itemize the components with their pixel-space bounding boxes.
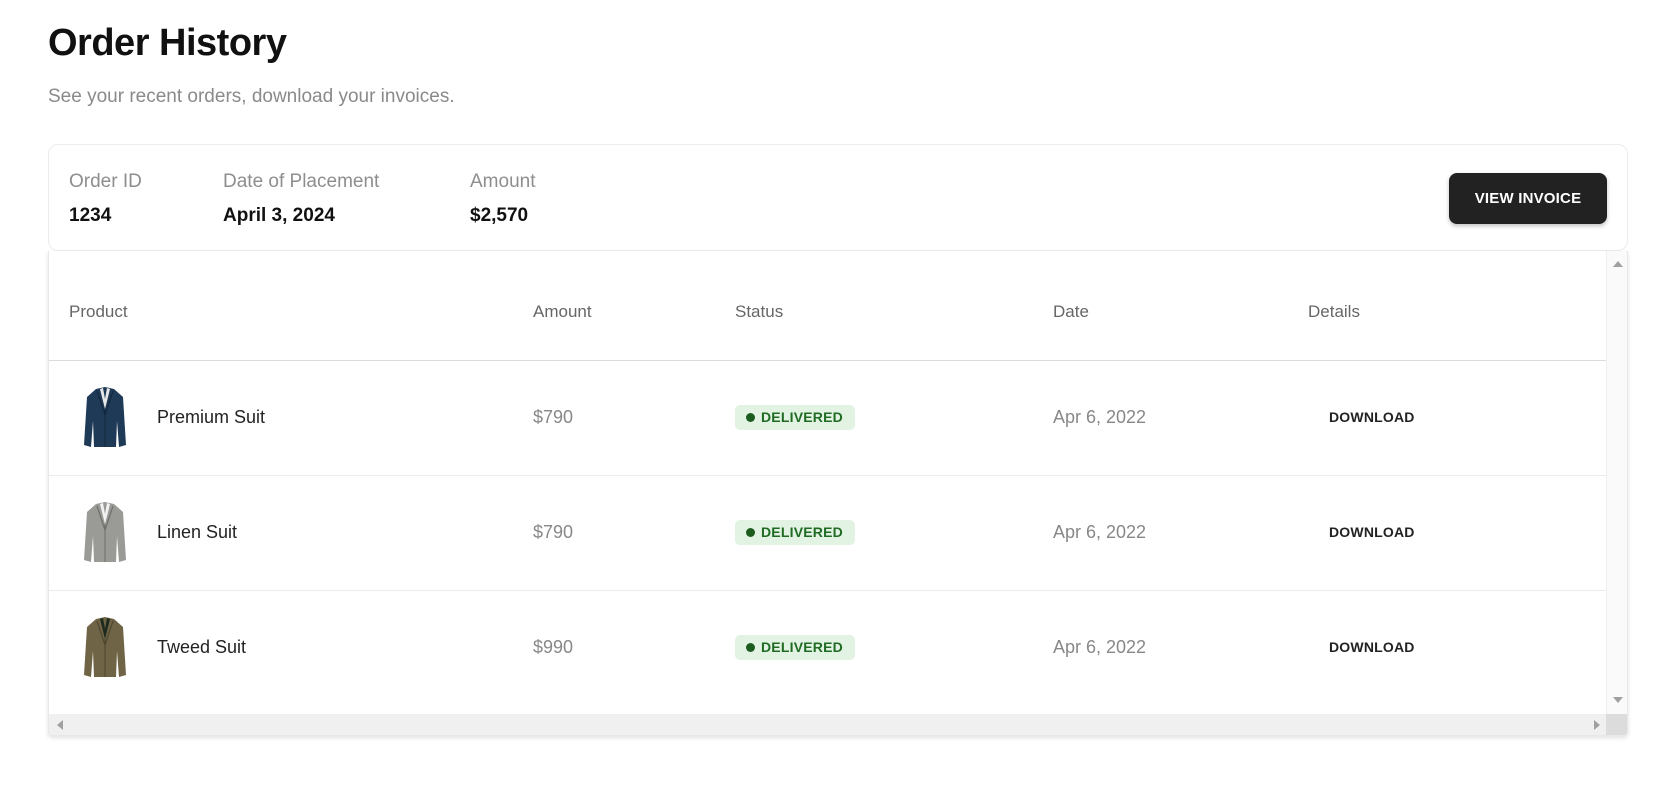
grey-suit-jacket-image bbox=[84, 502, 126, 562]
download-button[interactable]: DOWNLOAD bbox=[1319, 512, 1425, 552]
placement-date-value: April 3, 2024 bbox=[223, 205, 335, 226]
column-header-details: Details bbox=[1308, 302, 1360, 321]
order-date: Apr 6, 2022 bbox=[1053, 407, 1147, 427]
scroll-down-arrow-icon[interactable] bbox=[1613, 697, 1623, 703]
order-date: Apr 6, 2022 bbox=[1053, 522, 1147, 542]
order-date: Apr 6, 2022 bbox=[1053, 637, 1147, 657]
status-text: DELIVERED bbox=[761, 409, 843, 425]
download-button[interactable]: DOWNLOAD bbox=[1319, 397, 1425, 437]
status-dot-icon bbox=[746, 643, 755, 652]
product-name: Tweed Suit bbox=[157, 637, 247, 657]
status-badge: DELIVERED bbox=[735, 405, 855, 430]
product-amount: $790 bbox=[533, 407, 574, 427]
view-invoice-button[interactable]: VIEW INVOICE bbox=[1449, 173, 1607, 224]
vertical-scrollbar[interactable] bbox=[1606, 251, 1627, 715]
table-header: Product Amount Status Date Details bbox=[49, 251, 1608, 361]
table-row: Tweed Suit $990 DELIVERED Apr 6, 2022 DO… bbox=[49, 591, 1608, 706]
placement-date-field: Date of Placement April 3, 2024 bbox=[223, 171, 379, 227]
table-viewport: Product Amount Status Date Details Premi… bbox=[49, 251, 1608, 715]
order-amount-field: Amount $2,570 bbox=[470, 171, 535, 227]
table-row: Premium Suit $790 DELIVERED Apr 6, 2022 … bbox=[49, 361, 1608, 476]
table-row: Linen Suit $790 DELIVERED Apr 6, 2022 DO… bbox=[49, 476, 1608, 591]
status-text: DELIVERED bbox=[761, 524, 843, 540]
order-history-page: Order History See your recent orders, do… bbox=[0, 0, 1675, 805]
status-dot-icon bbox=[746, 528, 755, 537]
navy-suit-jacket-image bbox=[84, 387, 126, 447]
placement-date-label: Date of Placement bbox=[223, 171, 380, 192]
order-id-field: Order ID 1234 bbox=[69, 171, 142, 227]
status-badge: DELIVERED bbox=[735, 520, 855, 545]
order-amount-value: $2,570 bbox=[470, 205, 529, 226]
order-items-table: Product Amount Status Date Details Premi… bbox=[48, 251, 1628, 736]
status-badge: DELIVERED bbox=[735, 635, 855, 660]
download-button[interactable]: DOWNLOAD bbox=[1319, 627, 1425, 667]
order-amount-label: Amount bbox=[470, 171, 536, 192]
scroll-right-arrow-icon[interactable] bbox=[1594, 720, 1600, 730]
column-header-product: Product bbox=[69, 302, 128, 321]
page-subtitle: See your recent orders, download your in… bbox=[48, 86, 455, 107]
column-header-status: Status bbox=[735, 302, 784, 321]
product-amount: $990 bbox=[533, 637, 574, 657]
order-id-value: 1234 bbox=[69, 205, 112, 226]
scroll-up-arrow-icon[interactable] bbox=[1613, 261, 1623, 267]
status-text: DELIVERED bbox=[761, 639, 843, 655]
column-header-date: Date bbox=[1053, 302, 1089, 321]
order-summary-card: Order ID 1234 Date of Placement April 3,… bbox=[48, 144, 1628, 251]
column-header-amount: Amount bbox=[533, 302, 592, 321]
scroll-left-arrow-icon[interactable] bbox=[57, 720, 63, 730]
product-name: Premium Suit bbox=[157, 407, 266, 427]
page-title: Order History bbox=[48, 22, 287, 64]
horizontal-scrollbar[interactable] bbox=[49, 714, 1608, 735]
order-id-label: Order ID bbox=[69, 171, 142, 192]
product-amount: $790 bbox=[533, 522, 574, 542]
olive-tweed-jacket-image bbox=[84, 617, 126, 677]
product-name: Linen Suit bbox=[157, 522, 238, 542]
scrollbar-corner bbox=[1606, 714, 1627, 735]
status-dot-icon bbox=[746, 413, 755, 422]
